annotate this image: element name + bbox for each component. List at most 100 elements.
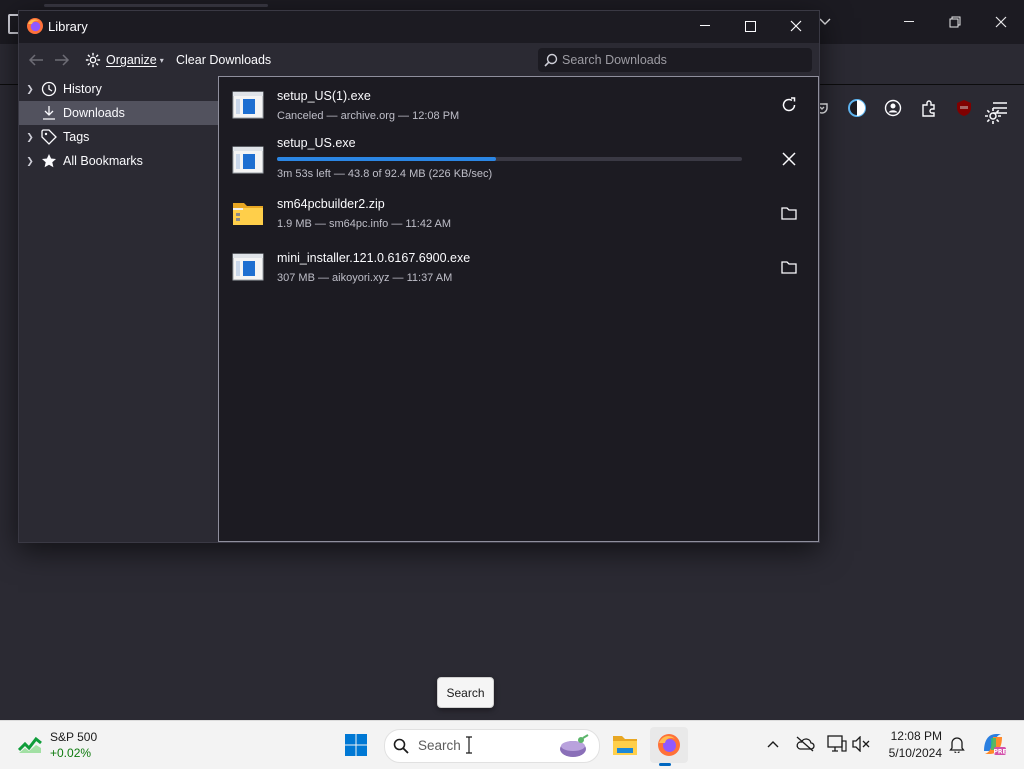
sidebar-item-downloads[interactable]: Downloads bbox=[19, 101, 218, 125]
extensions-icon[interactable] bbox=[917, 96, 941, 120]
account-icon[interactable] bbox=[881, 96, 905, 120]
download-status: 1.9 MB — sm64pc.info — 11:42 AM bbox=[277, 218, 452, 230]
stock-name: S&P 500 bbox=[50, 730, 98, 744]
zip-folder-icon bbox=[233, 203, 263, 225]
clock-time[interactable]: 12:08 PM bbox=[880, 729, 942, 743]
retry-download-button[interactable] bbox=[777, 93, 801, 117]
gear-icon bbox=[85, 52, 101, 68]
sidebar-item-label: History bbox=[63, 82, 102, 96]
firefox-icon bbox=[658, 734, 680, 756]
search-downloads-box[interactable] bbox=[538, 48, 812, 72]
retry-icon bbox=[782, 97, 796, 112]
clock-icon bbox=[41, 81, 57, 97]
download-item[interactable]: setup_US(1).exe Canceled — archive.org —… bbox=[219, 79, 818, 133]
browser-close-button[interactable] bbox=[978, 8, 1024, 36]
display-button[interactable] bbox=[826, 733, 848, 755]
chevron-up-icon bbox=[767, 741, 779, 748]
maximize-icon bbox=[744, 20, 756, 32]
download-item[interactable]: sm64pcbuilder2.zip 1.9 MB — sm64pc.info … bbox=[219, 187, 818, 241]
monitor-icon bbox=[827, 735, 847, 752]
volume-button[interactable] bbox=[850, 733, 872, 755]
taskbar: S&P 500 +0.02% Search 12:08 PM 5/10/2024… bbox=[0, 720, 1024, 769]
file-explorer-icon bbox=[613, 736, 637, 755]
exe-file-icon bbox=[232, 146, 264, 174]
start-button[interactable] bbox=[340, 729, 372, 761]
bell-icon bbox=[949, 737, 965, 753]
cancel-icon bbox=[782, 152, 796, 166]
library-titlebar[interactable]: Library bbox=[19, 11, 819, 43]
sidebar-item-tags[interactable]: ❯ Tags bbox=[19, 125, 218, 149]
onedrive-button[interactable] bbox=[794, 733, 816, 755]
download-status: 3m 53s left — 43.8 of 92.4 MB (226 KB/se… bbox=[277, 168, 493, 180]
sidebar-item-label: Downloads bbox=[63, 106, 125, 120]
copilot-icon[interactable]: PRE bbox=[980, 731, 1006, 757]
file-explorer-button[interactable] bbox=[608, 729, 642, 761]
text-cursor-icon bbox=[466, 736, 472, 754]
exe-file-icon bbox=[232, 253, 264, 281]
close-button[interactable] bbox=[773, 11, 819, 41]
dark-reader-extension-icon[interactable] bbox=[845, 96, 869, 120]
download-icon bbox=[41, 105, 57, 121]
search-tooltip: Search bbox=[437, 677, 494, 708]
taskbar-search-box[interactable]: Search bbox=[384, 729, 600, 763]
organize-label: Organize bbox=[106, 53, 157, 67]
library-sidebar: ❯ History Downloads ❯ Tags ❯ All Bookmar… bbox=[19, 76, 218, 542]
forward-button[interactable] bbox=[53, 51, 71, 69]
stock-widget[interactable]: S&P 500 +0.02% bbox=[16, 729, 126, 761]
window-title: Library bbox=[48, 19, 88, 34]
search-highlight-icon bbox=[560, 734, 589, 757]
library-toolbar: Organize ▾ Clear Downloads bbox=[19, 43, 819, 76]
sidebar-item-label: All Bookmarks bbox=[63, 154, 143, 168]
star-icon bbox=[41, 153, 57, 169]
download-filename: sm64pcbuilder2.zip bbox=[277, 197, 385, 211]
expand-arrow-icon[interactable]: ❯ bbox=[25, 132, 35, 143]
tag-icon bbox=[41, 129, 57, 145]
browser-tab[interactable] bbox=[44, 4, 268, 7]
library-window: Library Organize ▾ Clear Downloads Searc… bbox=[18, 10, 820, 543]
expand-arrow-icon[interactable]: ❯ bbox=[25, 84, 35, 95]
download-progress-bar bbox=[277, 157, 742, 161]
clock-date[interactable]: 5/10/2024 bbox=[880, 746, 942, 760]
download-status: 307 MB — aikoyori.xyz — 11:37 AM bbox=[277, 272, 453, 284]
dropdown-caret-icon: ▾ bbox=[159, 55, 164, 65]
minimize-icon bbox=[700, 25, 710, 26]
ublock-origin-icon[interactable] bbox=[952, 96, 976, 120]
windows-logo-icon bbox=[345, 734, 367, 756]
browser-restore-button[interactable] bbox=[932, 8, 978, 36]
notifications-button[interactable] bbox=[946, 733, 968, 755]
close-icon bbox=[790, 20, 802, 32]
download-item[interactable]: mini_installer.121.0.6167.6900.exe 307 M… bbox=[219, 241, 818, 295]
sidebar-item-history[interactable]: ❯ History bbox=[19, 77, 218, 101]
cancel-download-button[interactable] bbox=[777, 147, 801, 171]
clear-downloads-button[interactable]: Clear Downloads bbox=[176, 53, 271, 67]
download-item[interactable]: setup_US.exe 3m 53s left — 43.8 of 92.4 … bbox=[219, 133, 818, 187]
svg-text:PRE: PRE bbox=[993, 749, 1006, 756]
stock-change: +0.02% bbox=[50, 746, 92, 760]
expand-arrow-icon[interactable]: ❯ bbox=[25, 156, 35, 167]
show-in-folder-button[interactable] bbox=[777, 255, 801, 279]
speaker-muted-icon bbox=[852, 736, 870, 752]
show-hidden-icons-button[interactable] bbox=[762, 733, 784, 755]
firefox-taskbar-button[interactable] bbox=[650, 727, 688, 763]
browser-minimize-button[interactable] bbox=[886, 8, 932, 36]
folder-icon bbox=[781, 207, 797, 220]
download-filename: mini_installer.121.0.6167.6900.exe bbox=[277, 251, 471, 265]
active-app-indicator bbox=[659, 763, 671, 766]
organize-menu-button[interactable]: Organize ▾ bbox=[85, 49, 164, 71]
back-button[interactable] bbox=[27, 51, 45, 69]
exe-file-icon bbox=[232, 91, 264, 119]
search-icon bbox=[544, 53, 558, 67]
forward-arrow-icon bbox=[55, 54, 70, 66]
gear-icon[interactable] bbox=[981, 104, 1005, 128]
minimize-button[interactable] bbox=[682, 11, 728, 41]
taskbar-search-label: Search bbox=[418, 738, 461, 753]
sidebar-item-label: Tags bbox=[63, 130, 90, 144]
download-filename: setup_US(1).exe bbox=[277, 89, 371, 103]
folder-icon bbox=[781, 261, 797, 274]
show-in-folder-button[interactable] bbox=[777, 201, 801, 225]
maximize-button[interactable] bbox=[727, 11, 773, 41]
sidebar-item-all-bookmarks[interactable]: ❯ All Bookmarks bbox=[19, 149, 218, 173]
search-downloads-input[interactable] bbox=[562, 48, 802, 72]
download-progress-fill bbox=[277, 157, 496, 161]
downloads-list: setup_US(1).exe Canceled — archive.org —… bbox=[218, 76, 819, 542]
